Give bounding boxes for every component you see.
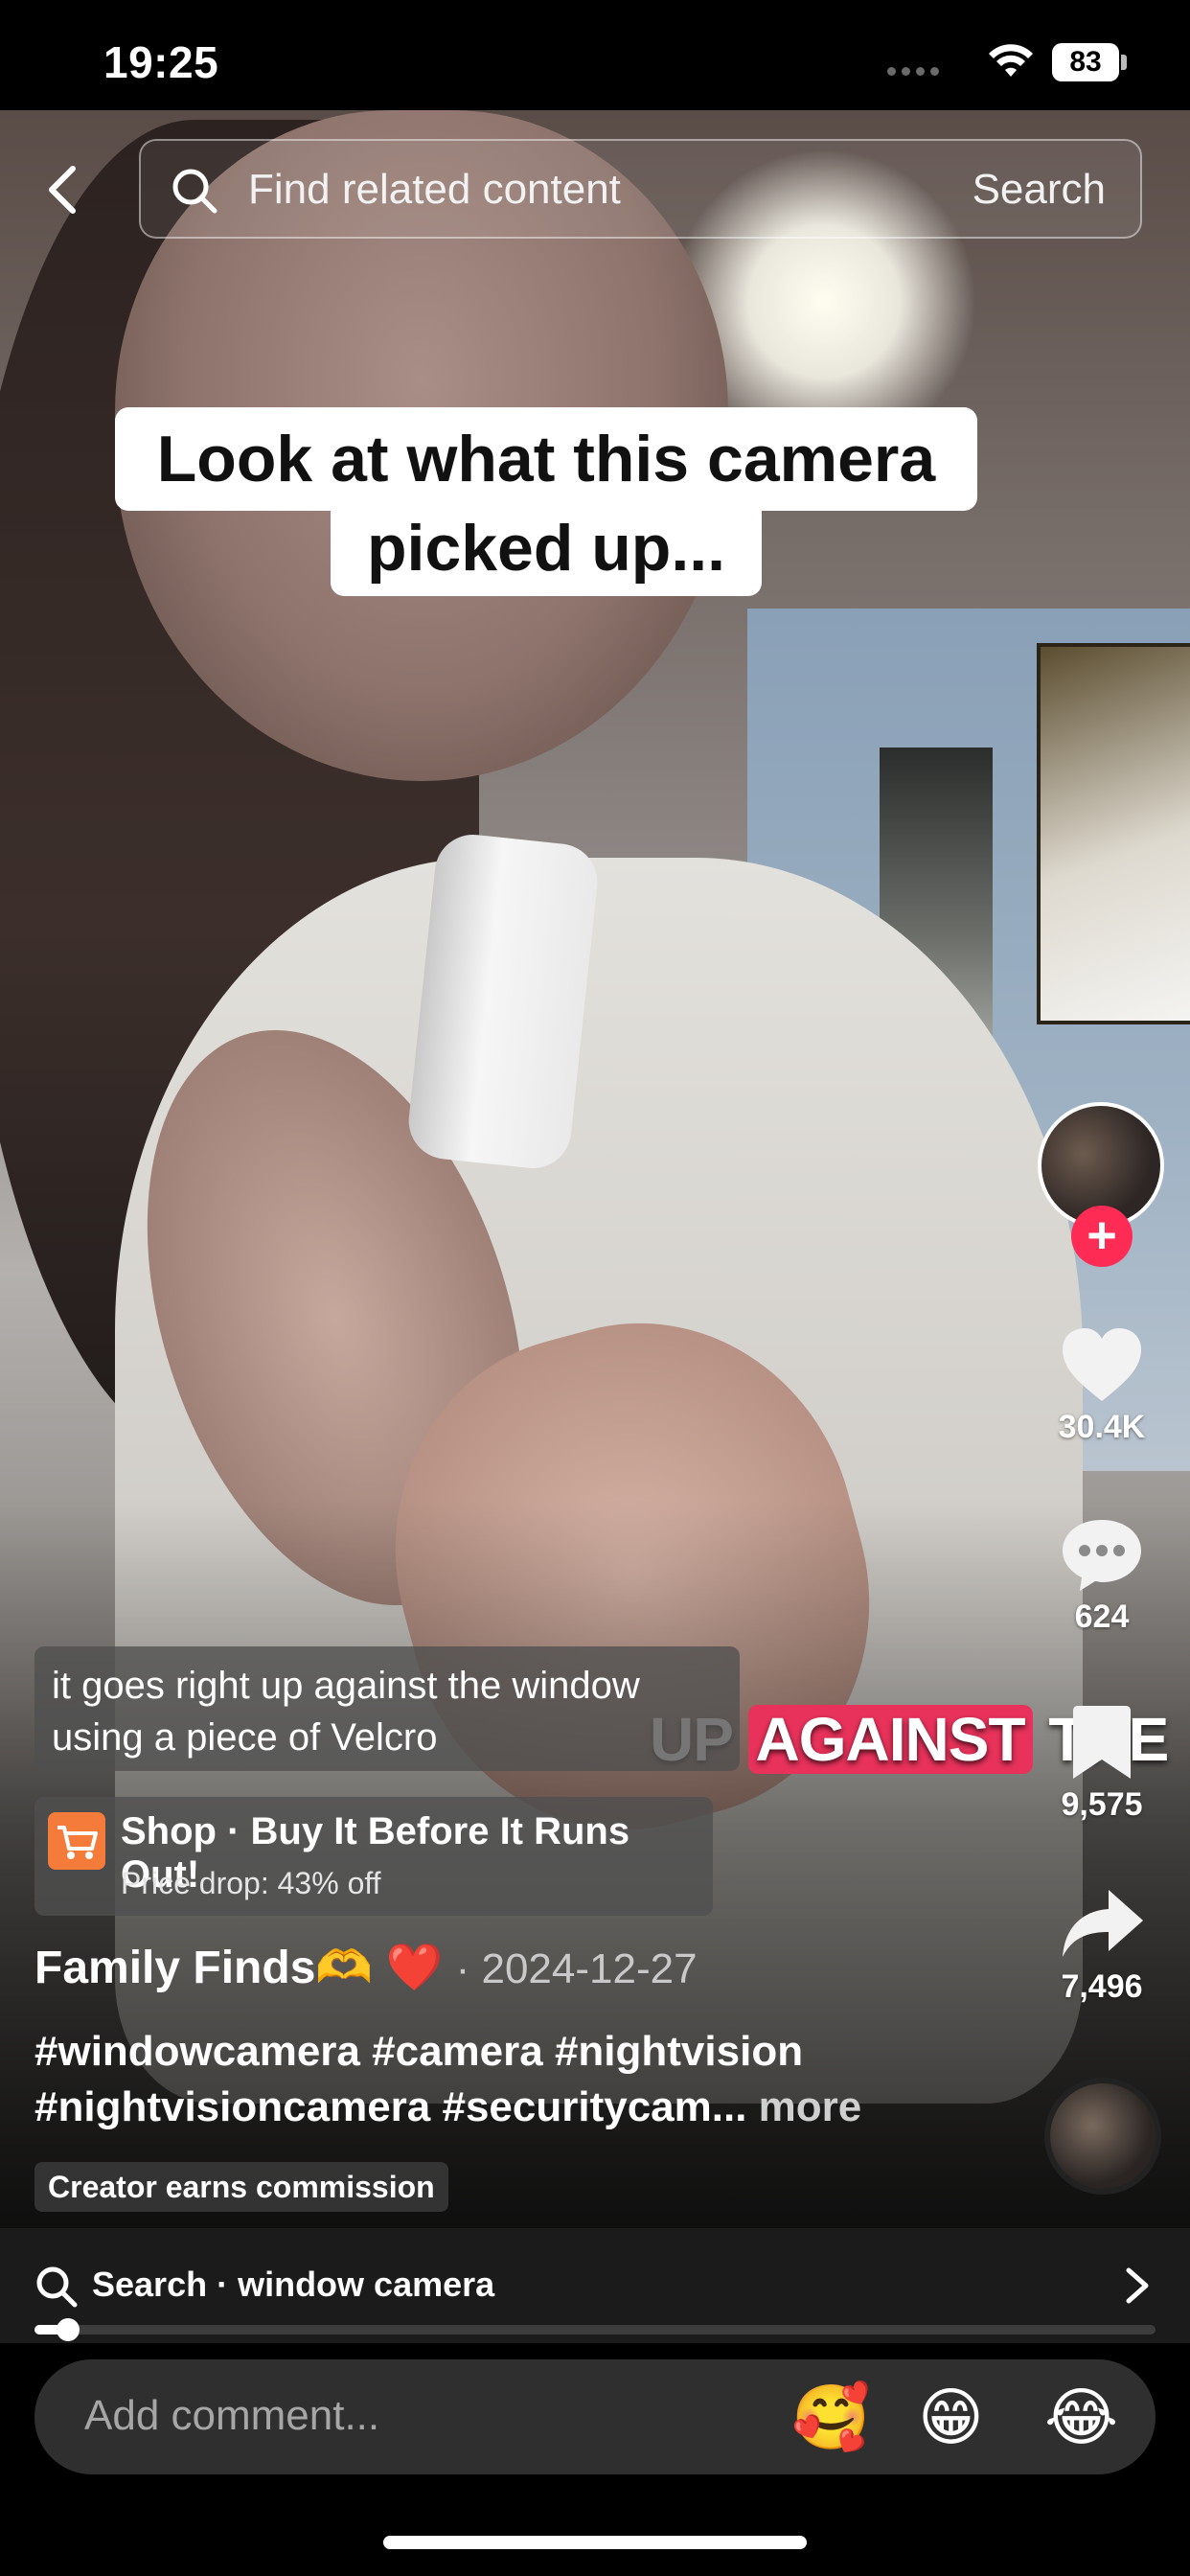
home-indicator[interactable] (383, 2536, 807, 2549)
grinning-emoji-button[interactable]: 😁 (918, 2379, 984, 2455)
smiling-hearts-emoji-button[interactable]: 🥰 (791, 2379, 870, 2455)
share-button[interactable]: 7,496 (1044, 1884, 1159, 2006)
follow-button[interactable]: + (1071, 1206, 1133, 1267)
related-search-label: Search · window camera (92, 2265, 495, 2304)
description-line: #windowcamera #camera #nightvision (34, 2028, 804, 2075)
comment-button[interactable]: 624 (1044, 1514, 1159, 1636)
subtitle-line: it goes right up against the window (52, 1665, 640, 1707)
camera-device (404, 831, 602, 1172)
sound-disc-icon[interactable] (1044, 2078, 1161, 2195)
video-caption-line1: Look at what this camera (115, 407, 977, 511)
chevron-right-icon (1126, 2267, 1149, 2304)
wall-photo (1037, 643, 1190, 1024)
share-count: 7,496 (1061, 1968, 1143, 2005)
status-bar: 19:25 83 (0, 0, 1190, 110)
save-count: 9,575 (1061, 1786, 1143, 1823)
search-placeholder: Find related content (248, 166, 621, 213)
tears-of-joy-emoji-button[interactable]: 😂 (1044, 2379, 1118, 2455)
video-description[interactable]: #windowcamera #camera #nightvision #nigh… (34, 2024, 993, 2135)
video-caption-line2: picked up... (331, 508, 762, 596)
description-line: #nightvisioncamera #securitycam... more (34, 2083, 862, 2130)
cellular-signal-icon (887, 67, 939, 76)
shop-anchor[interactable]: Shop · Buy It Before It Runs Out! Price … (34, 1797, 713, 1916)
video-progress-track[interactable] (34, 2325, 1156, 2334)
search-icon (172, 169, 217, 214)
battery-icon: 83 (1052, 43, 1119, 81)
comment-input[interactable]: Add comment... 🥰 😁 😂 (34, 2359, 1156, 2474)
like-button[interactable]: 30.4K (1044, 1324, 1159, 1446)
like-count: 30.4K (1058, 1409, 1146, 1445)
video-progress-handle[interactable] (57, 2318, 80, 2341)
save-button[interactable]: 9,575 (1044, 1702, 1159, 1824)
search-icon (36, 2266, 78, 2308)
red-heart-emoji: ❤️ (385, 1943, 444, 1993)
shopping-cart-icon (48, 1812, 105, 1870)
post-date: · 2024-12-27 (455, 1945, 698, 1992)
commission-badge: Creator earns commission (34, 2162, 448, 2212)
comment-placeholder: Add comment... (84, 2392, 380, 2439)
author-row[interactable]: Family Finds🫶 ❤️ · 2024-12-27 (34, 1940, 698, 1994)
search-button[interactable]: Search (973, 166, 1106, 214)
comment-bubble-icon (1063, 1520, 1141, 1591)
shop-subtitle: Price drop: 43% off (121, 1866, 381, 1900)
more-link[interactable]: more (746, 2083, 862, 2130)
comment-count: 624 (1074, 1598, 1130, 1635)
share-arrow-icon (1063, 1890, 1143, 1957)
heart-icon (1063, 1328, 1141, 1401)
burned-subtitle-highlight: AGAINST (747, 1705, 1033, 1774)
battery-cap (1121, 55, 1127, 70)
bookmark-icon (1073, 1706, 1131, 1779)
back-arrow-icon[interactable] (38, 163, 92, 217)
wifi-icon (989, 44, 1033, 77)
subtitle-line: using a piece of Velcro (52, 1716, 438, 1759)
search-bar[interactable]: Find related content Search (139, 139, 1142, 239)
status-time: 19:25 (103, 37, 219, 87)
author-name[interactable]: Family Finds (34, 1943, 315, 1993)
hands-heart-emoji: 🫶 (315, 1943, 374, 1993)
subtitle-box: it goes right up against the window usin… (34, 1646, 740, 1771)
